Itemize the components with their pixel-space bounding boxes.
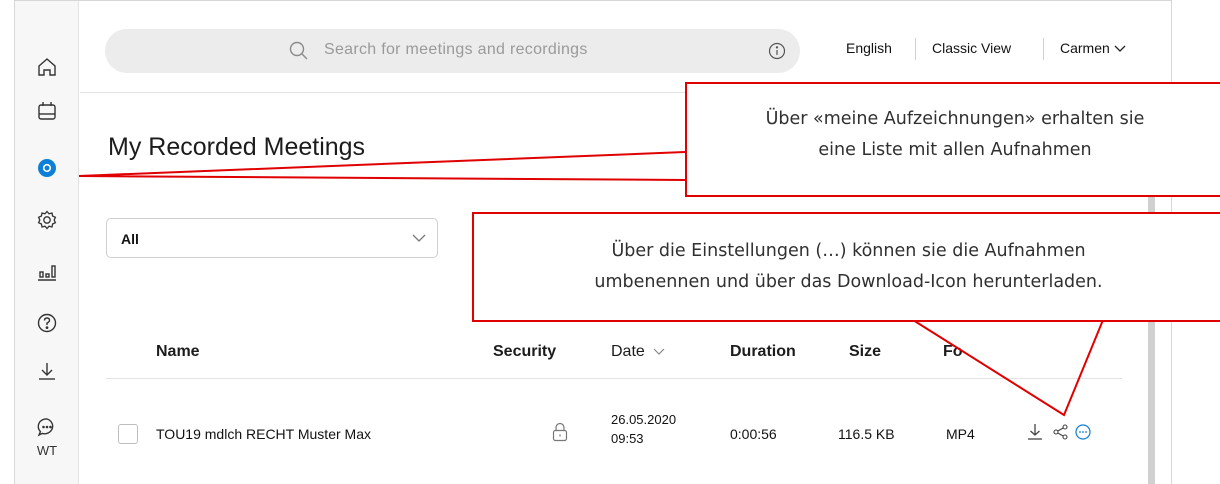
search-icon <box>289 41 308 60</box>
callout-settings: Über die Einstellungen (…) können sie di… <box>472 212 1220 322</box>
column-header-duration: Duration <box>730 343 796 360</box>
callout-settings-line2: umbenennen und über das Download-Icon he… <box>594 272 1103 292</box>
header-divider <box>1043 38 1044 60</box>
chevron-down-icon <box>1114 45 1126 53</box>
sidebar-label-wt[interactable]: WT <box>15 443 79 458</box>
calendar-icon[interactable] <box>15 96 79 126</box>
gear-icon[interactable] <box>15 205 79 235</box>
column-header-format: Fo <box>943 343 963 360</box>
search-bar[interactable]: Search for meetings and recordings <box>105 29 800 73</box>
language-link[interactable]: English <box>846 40 892 56</box>
recording-size: 116.5 KB <box>838 426 895 442</box>
callout-recordings-line1: Über «meine Aufzeichnungen» erhalten sie <box>765 109 1145 129</box>
column-header-size: Size <box>849 343 882 360</box>
search-input[interactable]: Search for meetings and recordings <box>324 41 588 59</box>
row-checkbox[interactable] <box>118 424 138 444</box>
filter-selected-value: All <box>121 231 139 247</box>
header-divider <box>915 38 916 60</box>
download-icon[interactable] <box>15 356 79 386</box>
insights-icon[interactable] <box>15 256 79 286</box>
recording-format: MP4 <box>946 426 975 442</box>
column-header-date-label: Date <box>611 343 645 360</box>
sidebar: WT <box>15 1 79 484</box>
classic-view-link[interactable]: Classic View <box>932 40 1011 56</box>
share-icon[interactable] <box>1053 424 1068 440</box>
user-name: Carmen <box>1060 40 1110 56</box>
table-header-divider <box>106 378 1122 379</box>
user-menu[interactable]: Carmen <box>1060 40 1126 56</box>
callout-recordings-line2: eine Liste mit allen Aufnahmen <box>818 140 1092 160</box>
column-header-security: Security <box>493 343 557 360</box>
help-icon[interactable] <box>15 308 79 338</box>
lock-icon <box>552 422 568 442</box>
recording-time: 09:53 <box>611 431 644 446</box>
recordings-icon[interactable] <box>15 153 79 183</box>
chat-icon[interactable] <box>15 412 79 442</box>
recording-date: 26.05.2020 <box>611 412 677 427</box>
chevron-down-icon <box>412 234 426 242</box>
page-title: My Recorded Meetings <box>108 133 366 161</box>
callout-recordings: Über «meine Aufzeichnungen» erhalten sie… <box>685 82 1220 197</box>
home-icon[interactable] <box>15 52 79 82</box>
more-icon[interactable] <box>1075 424 1091 440</box>
download-icon[interactable] <box>1027 423 1043 441</box>
filter-dropdown[interactable]: All <box>106 218 438 258</box>
recording-name[interactable]: TOU19 mdlch RECHT Muster Max <box>156 426 371 442</box>
callout-settings-line1: Über die Einstellungen (…) können sie di… <box>611 241 1086 261</box>
recording-duration: 0:00:56 <box>730 426 777 442</box>
column-header-name[interactable]: Name <box>156 343 200 361</box>
column-header-date[interactable]: Date <box>611 343 665 361</box>
info-icon[interactable] <box>768 42 786 60</box>
sort-chevron-icon <box>653 348 665 356</box>
